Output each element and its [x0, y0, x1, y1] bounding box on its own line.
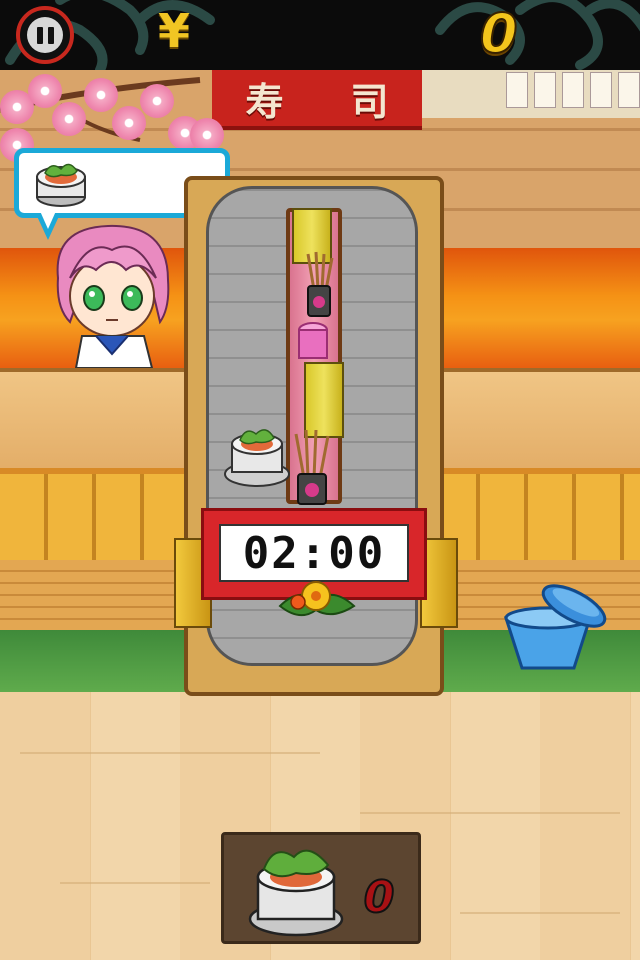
flower-ornament-icon	[278, 581, 356, 617]
timer-display: 02:00	[219, 524, 409, 582]
plate-count: 0	[363, 871, 396, 924]
sushi-roll-icon	[36, 163, 86, 207]
chopsticks-cup-icon	[294, 429, 330, 505]
pause-icon	[27, 17, 63, 53]
chopsticks-cup-icon	[306, 251, 334, 317]
menu-tags	[506, 72, 640, 108]
noren-char-right: 司	[350, 78, 389, 124]
wave-decoration-right	[435, 0, 640, 70]
blue-container-icon[interactable]	[496, 582, 610, 674]
sushi-roll-icon	[248, 849, 344, 937]
pause-button[interactable]	[16, 6, 74, 64]
conveyor-item-plate[interactable]	[304, 362, 344, 438]
sushi-roll-icon[interactable]	[222, 422, 292, 490]
noren-curtain: 寿 司	[212, 70, 422, 130]
top-hud-bar: ¥ 0	[0, 0, 640, 70]
customer-character[interactable]	[48, 218, 178, 368]
noren-char-left: 寿	[245, 78, 284, 124]
currency-symbol: ¥	[158, 4, 191, 58]
dessert-cup-icon[interactable]	[296, 320, 330, 364]
money-counter: 0	[479, 1, 519, 66]
